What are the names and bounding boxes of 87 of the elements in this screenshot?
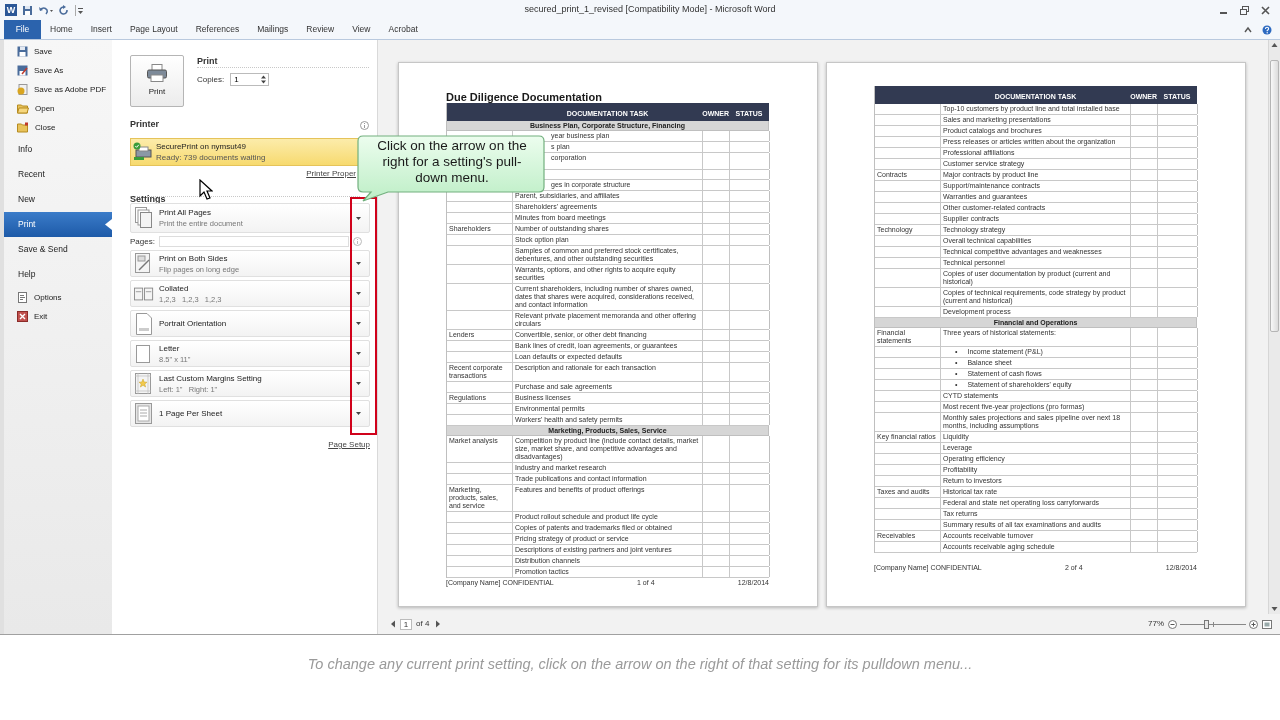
page-setup-link[interactable]: Page Setup — [328, 439, 370, 451]
window-title: secured_print_1_revised [Compatibility Mode] - Microsoft Word — [523, 3, 777, 16]
exit-icon — [17, 311, 28, 322]
dropdown-arrow-icon[interactable] — [356, 352, 361, 355]
zoom-in-icon[interactable] — [1249, 619, 1258, 629]
pdf-icon — [17, 84, 28, 95]
collapse-ribbon-icon[interactable] — [1244, 25, 1252, 34]
dropdown-arrow-icon[interactable] — [356, 382, 361, 385]
printer-name: SecurePrint on nymsut49 — [156, 141, 247, 152]
fit-page-icon[interactable] — [1262, 619, 1272, 629]
ribbon-tab[interactable]: Insert — [81, 20, 121, 39]
next-page-icon[interactable] — [435, 620, 442, 628]
setting-dropdown[interactable]: 1 Page Per Sheet — [130, 400, 370, 427]
folder-icon — [17, 122, 29, 133]
ribbon-tab[interactable]: Review — [297, 20, 344, 39]
vertical-scrollbar[interactable] — [1268, 40, 1280, 614]
app-icon[interactable]: W — [5, 4, 17, 16]
printer-icon — [133, 142, 153, 162]
customize-icon[interactable] — [75, 4, 83, 16]
printer-selector[interactable]: SecurePrint on nymsut49 Ready: 739 documents waiting — [130, 138, 360, 166]
page-star-icon — [135, 372, 153, 395]
print-button[interactable]: Print — [130, 55, 184, 107]
ribbon-tab[interactable]: File — [4, 20, 41, 39]
copies-label: Copies: — [197, 73, 225, 86]
mouse-pointer-icon — [199, 179, 213, 201]
menu-tab[interactable]: Print — [4, 212, 112, 237]
ribbon-tab[interactable]: Page Layout — [120, 20, 187, 39]
scroll-up-icon[interactable] — [1271, 40, 1278, 50]
page-count: of 4 — [416, 618, 430, 630]
menu-item[interactable]: Options — [4, 288, 112, 307]
dropdown-arrow-icon[interactable] — [356, 322, 361, 325]
pages-field[interactable] — [158, 236, 349, 247]
ribbon-tab[interactable]: Acrobat — [379, 20, 427, 39]
close-icon[interactable] — [1261, 5, 1270, 15]
menu-item[interactable]: Save As — [4, 61, 112, 80]
scroll-down-icon[interactable] — [1271, 604, 1278, 614]
page-lines-icon — [135, 402, 153, 425]
menu-tab[interactable]: Info — [4, 137, 112, 162]
undo-icon[interactable] — [38, 4, 54, 16]
menu-item[interactable]: Save as Adobe PDF — [4, 80, 112, 99]
zoom-level[interactable]: 77% — [1148, 618, 1164, 630]
info-icon[interactable] — [360, 120, 369, 130]
menu-tab[interactable]: Help — [4, 262, 112, 287]
stacked-pages-icon — [135, 207, 153, 229]
dropdown-arrow-icon[interactable] — [356, 412, 361, 415]
printer-status: Ready: 739 documents waiting — [156, 152, 266, 163]
menu-item[interactable]: Open — [4, 99, 112, 118]
zoom-slider[interactable] — [1180, 619, 1246, 629]
printer-properties-link[interactable]: Printer Proper — [306, 168, 356, 180]
page-icon — [136, 342, 152, 365]
ribbon-tab[interactable]: Mailings — [248, 20, 298, 39]
ribbon-tab[interactable]: View — [343, 20, 380, 39]
menu-item[interactable]: Exit — [4, 307, 112, 326]
dropdown-arrow-icon[interactable] — [356, 292, 361, 295]
page-pairs-icon — [134, 284, 154, 303]
dropdown-arrow-icon[interactable] — [356, 216, 361, 220]
caption-text: To change any current print setting, click on the arrow on the right of that setting for its pulldown menu... — [307, 655, 973, 672]
previous-page-icon[interactable] — [390, 620, 396, 628]
menu-tab[interactable]: Save & Send — [4, 237, 112, 262]
zoom-out-icon[interactable] — [1168, 619, 1177, 629]
section-heading: Printer — [130, 118, 159, 132]
dropdown-arrow-icon[interactable] — [356, 262, 361, 265]
pages-label: Pages: — [130, 235, 155, 248]
help-icon[interactable] — [1262, 24, 1272, 35]
page-icon — [136, 312, 152, 335]
menu-tab[interactable]: New — [4, 187, 112, 212]
page-number-field[interactable]: 1 — [400, 618, 412, 630]
save-as-icon — [17, 65, 28, 76]
document-title: Due Diligence Documentation — [446, 91, 603, 103]
menu-tab[interactable]: Recent — [4, 162, 112, 187]
redo-icon[interactable] — [59, 4, 70, 16]
section-heading: Print — [197, 55, 218, 68]
page-pen-icon — [135, 252, 153, 275]
setting-dropdown[interactable]: Portrait Orientation — [130, 310, 370, 337]
folder-icon — [17, 103, 29, 114]
page-icon — [17, 292, 28, 303]
copies-spinner[interactable]: 1 — [230, 73, 270, 86]
save-icon — [17, 46, 28, 57]
menu-item[interactable]: Save — [4, 42, 112, 61]
ribbon-tab[interactable]: References — [186, 20, 249, 39]
printer-icon — [147, 64, 167, 82]
save-icon[interactable] — [22, 4, 33, 16]
slider-thumb[interactable] — [1204, 619, 1210, 629]
section-heading: Settings — [130, 194, 166, 204]
ribbon-tab[interactable]: Home — [41, 20, 82, 39]
restore-icon[interactable] — [1240, 5, 1249, 15]
menu-item[interactable]: Close — [4, 118, 112, 137]
